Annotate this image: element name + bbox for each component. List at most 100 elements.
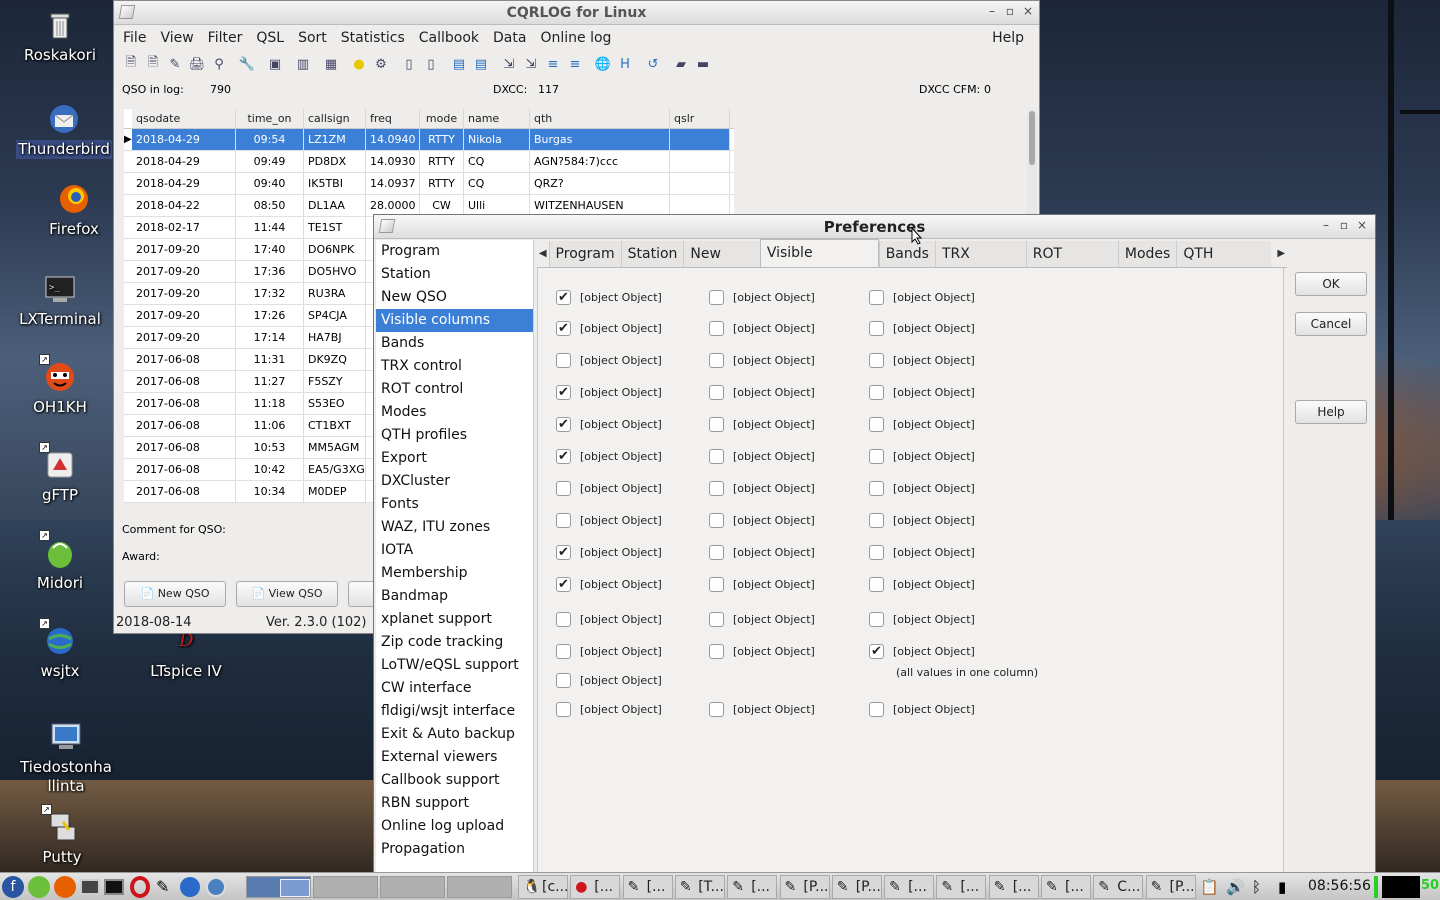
taskbar-window-button[interactable]: 🐧 [c... (518, 875, 568, 899)
nav-item-cw-interface[interactable]: CW interface (376, 677, 533, 700)
table-row[interactable]: 2018-04-29 09:49 PD8DX 14.0930 RTTY CQ AGN?584… (124, 151, 734, 173)
checkbox-qsl-received[interactable]: [object Object] (556, 644, 662, 659)
terminal-launcher-icon[interactable] (104, 879, 124, 895)
checkbox-box[interactable] (869, 612, 884, 627)
nav-item-online-log-upload[interactable]: Online log upload (376, 815, 533, 838)
nav-item-modes[interactable]: Modes (376, 401, 533, 424)
clipboard-icon[interactable]: ▰ (670, 54, 692, 74)
checkbox-box[interactable] (556, 612, 571, 627)
checkbox-lotw-qsl-received[interactable]: [object Object] (869, 385, 975, 400)
cancel-button[interactable]: Cancel (1295, 312, 1367, 336)
checkbox-box[interactable] (869, 545, 884, 560)
taskbar-window-button[interactable]: ✎ [... (884, 875, 935, 899)
nav-item-iota[interactable]: IOTA (376, 539, 533, 562)
circle-icon[interactable]: ● (348, 54, 370, 74)
checkbox-state[interactable]: [object Object] (709, 644, 815, 659)
close-icon[interactable]: × (1021, 4, 1035, 18)
export-icon[interactable]: ⇲ (498, 54, 520, 74)
checkbox-time-off[interactable]: [object Object] (556, 353, 662, 368)
feather-launcher-icon[interactable]: ✎ (156, 877, 176, 897)
eq2-icon[interactable]: ≡ (564, 54, 586, 74)
taskbar-window-button[interactable]: ● [... (570, 875, 621, 899)
bluetooth-icon[interactable]: ᛒ (1252, 878, 1270, 896)
ok-button[interactable]: OK (1295, 272, 1367, 296)
main-titlebar[interactable]: CQRLOG for Linux – ▫ × (114, 1, 1039, 25)
checkbox-box[interactable] (869, 449, 884, 464)
clipboard-icon[interactable]: 📋 (1200, 878, 1219, 896)
checkmark-icon[interactable]: ✔ (556, 449, 571, 464)
nav-item-station[interactable]: Station (376, 263, 533, 286)
checkbox-qsl-manager[interactable]: [object Object] (709, 290, 815, 305)
checkbox-qsl-sent[interactable]: [object Object] (556, 612, 662, 627)
desktop-icon-trash[interactable]: Roskakori (8, 8, 112, 65)
undo-icon[interactable]: ↺ (642, 54, 664, 74)
desktop-icon-wsjtx[interactable]: ↗ wsjtx (8, 618, 112, 681)
taskbar-window-button[interactable]: ✎ [... (622, 875, 673, 899)
clock[interactable]: 08:56:56 (1308, 878, 1371, 894)
binoculars-icon[interactable]: ⚲ (208, 54, 230, 74)
nav-item-fonts[interactable]: Fonts (376, 493, 533, 516)
checkbox-rst-received[interactable]: [object Object] (556, 513, 662, 528)
checkbox-box[interactable] (556, 702, 571, 717)
maximize-icon[interactable]: ▫ (1337, 218, 1351, 232)
nav-item-propagation[interactable]: Propagation (376, 838, 533, 861)
checkbox-box[interactable] (869, 481, 884, 496)
maximize-icon[interactable]: ▫ (1003, 4, 1017, 18)
checkbox-box[interactable] (869, 353, 884, 368)
window-icon[interactable]: ▣ (264, 54, 286, 74)
checkbox-box[interactable] (709, 417, 724, 432)
taskbar-window-button[interactable]: ✎ [T... (674, 875, 725, 899)
desktop-icon-firefox[interactable]: Firefox (22, 182, 126, 239)
menu-data[interactable]: Data (486, 30, 533, 46)
checkbox-box[interactable] (556, 644, 571, 659)
nav-item-external-viewers[interactable]: External viewers (376, 746, 533, 769)
checkbox-rx-frequency[interactable]: [object Object] (869, 702, 975, 717)
checkbox-lotw-qsl-received-date[interactable]: [object Object] (869, 321, 975, 336)
checkbox-locator[interactable]: [object Object] (709, 321, 815, 336)
open-icon[interactable]: 🗎 (142, 54, 164, 74)
nav-item-callbook-support[interactable]: Callbook support (376, 769, 533, 792)
checkbox-power[interactable]: [object Object] (709, 481, 815, 496)
checkbox-dxcc[interactable]: [object Object] (709, 513, 815, 528)
tab-visible-columns[interactable]: Visible columns (759, 239, 879, 287)
nav-item-dxcluster[interactable]: DXCluster (376, 470, 533, 493)
opera-launcher-icon[interactable] (130, 876, 150, 898)
checkbox-box[interactable] (556, 673, 571, 688)
desktop-icon-gftp[interactable]: ↗ gFTP (8, 442, 112, 505)
checkbox-box[interactable] (709, 513, 724, 528)
new-qso-button[interactable]: 📄 New QSO (124, 581, 226, 607)
checkbox-county[interactable]: [object Object] (709, 449, 815, 464)
minimize-icon[interactable]: – (1319, 218, 1333, 232)
nav-item-visible-columns[interactable]: Visible columns (376, 309, 533, 332)
checkbox-qth[interactable]: ✔ [object Object] (556, 577, 662, 592)
eq-icon[interactable]: ≡ (542, 54, 564, 74)
checkbox-name[interactable]: ✔ [object Object] (556, 545, 662, 560)
checkbox-mode[interactable]: ✔ [object Object] (556, 417, 662, 432)
checkmark-icon[interactable]: ✔ (556, 417, 571, 432)
checkbox-box[interactable] (709, 612, 724, 627)
checkbox-country-name[interactable]: [object Object] (556, 673, 662, 688)
fedora-menu-icon[interactable]: f (2, 876, 24, 898)
checkbox-box[interactable] (556, 353, 571, 368)
checkbox-lotw-qsl-sent[interactable]: [object Object] (869, 353, 975, 368)
taskbar-window-button[interactable]: ✎ [P... (779, 875, 830, 899)
globe-icon[interactable]: 🌐 (592, 54, 614, 74)
checkbox-box[interactable] (709, 702, 724, 717)
nav-item-qth-profiles[interactable]: QTH profiles (376, 424, 533, 447)
checkmark-icon[interactable]: ✔ (556, 290, 571, 305)
tab-program[interactable]: Program (548, 241, 621, 267)
minimize-icon[interactable]: – (985, 4, 999, 18)
column-header-qsodate[interactable]: qsodate (132, 109, 236, 128)
menu-sort[interactable]: Sort (291, 30, 334, 46)
taskbar-window-button[interactable]: ✎ [P... (831, 875, 882, 899)
nav-item-zip-code-tracking[interactable]: Zip code tracking (376, 631, 533, 654)
tab-trx-control[interactable]: TRX control (934, 241, 1026, 288)
desktop-icon-lxterminal[interactable]: >_ LXTerminal (8, 272, 112, 329)
terminal-icon[interactable]: ▬ (692, 54, 714, 74)
checkbox-iota[interactable]: [object Object] (709, 385, 815, 400)
menu-qsl[interactable]: QSL (249, 30, 291, 46)
checkbox-box[interactable] (709, 290, 724, 305)
checkmark-icon[interactable]: ✔ (869, 644, 884, 659)
checkbox-box[interactable] (709, 545, 724, 560)
checkbox-callsign[interactable]: ✔ [object Object] (556, 385, 662, 400)
